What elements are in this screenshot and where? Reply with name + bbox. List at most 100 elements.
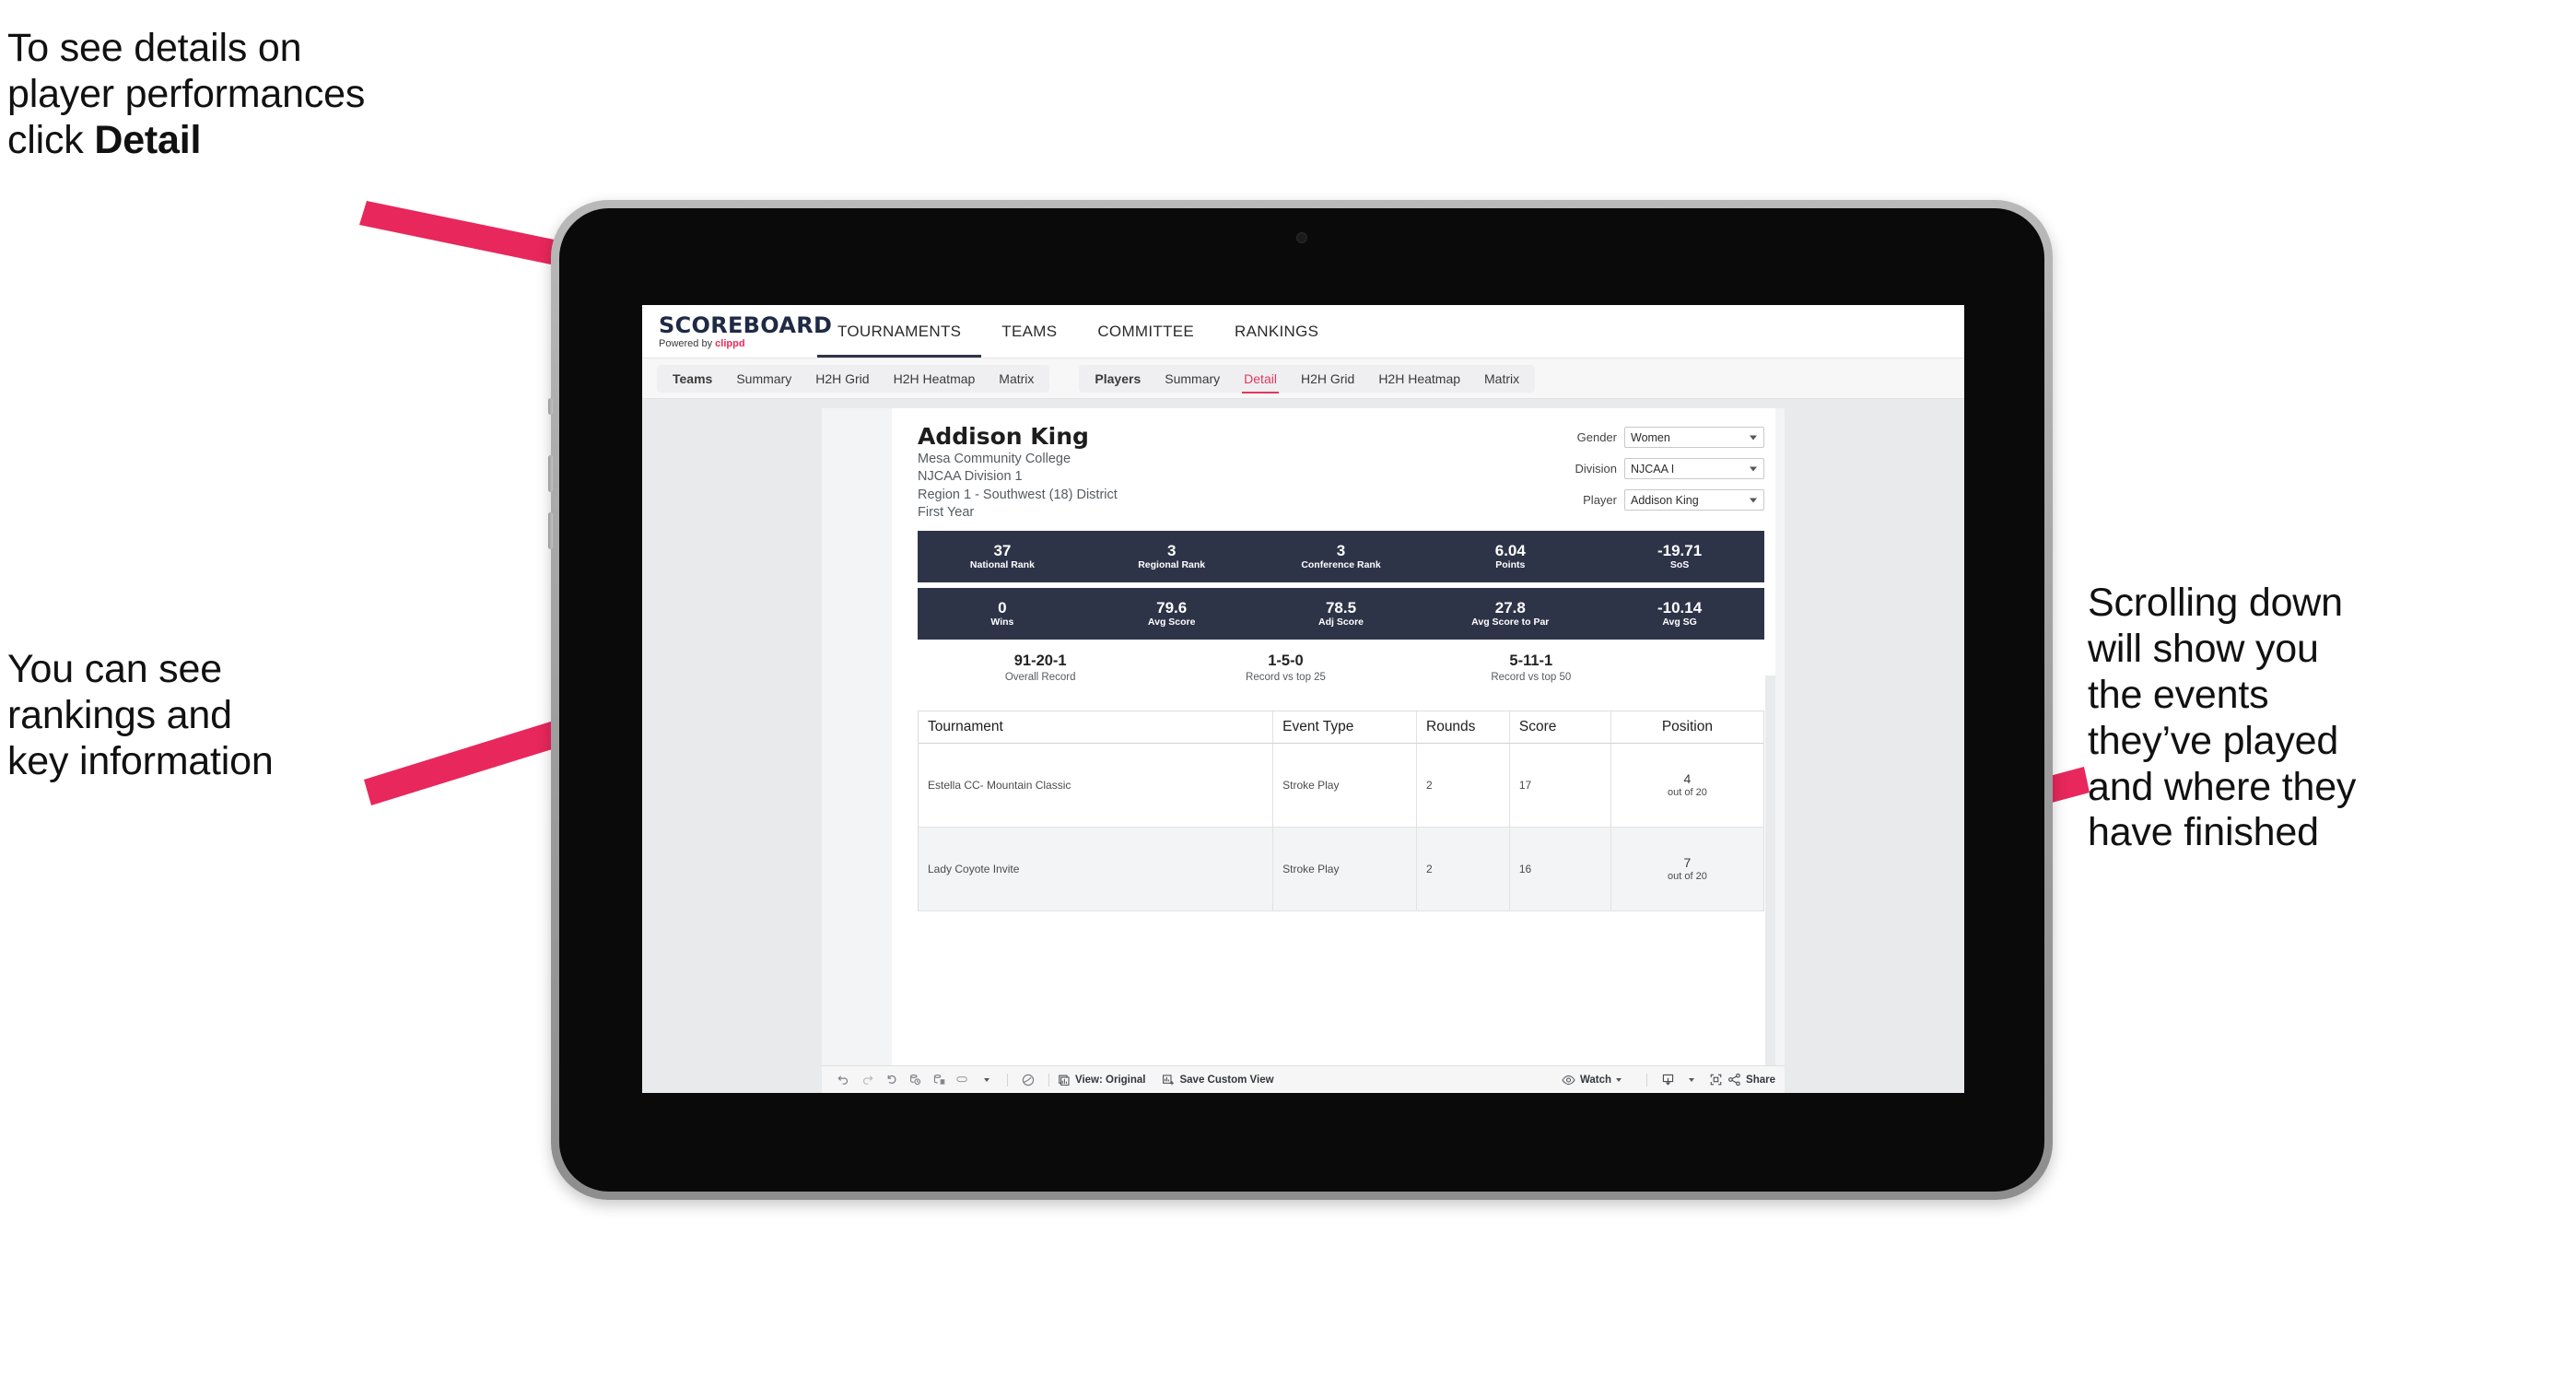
device-side-button-volume-up[interactable] — [548, 455, 553, 492]
filter-label-gender: Gender — [1576, 430, 1617, 444]
stat-avg-sg: -10.14 Avg SG — [1595, 599, 1764, 629]
device-side-button-power[interactable] — [548, 398, 553, 415]
col-header-event-type[interactable]: Event Type — [1273, 711, 1417, 743]
filter-select-gender[interactable]: Women — [1624, 427, 1764, 448]
record-vs-top-50: 5-11-1 Record vs top 50 — [1409, 652, 1654, 685]
subnav-players-detail[interactable]: Detail — [1232, 365, 1289, 393]
device-side-button-volume-down[interactable] — [548, 512, 553, 549]
stat-value: 6.04 — [1494, 541, 1526, 559]
col-header-position[interactable]: Position — [1611, 711, 1763, 743]
stat-value: -19.71 — [1657, 541, 1703, 559]
viz-scrollbar[interactable] — [1775, 408, 1785, 1065]
stats-bar-scoring: 0 Wins 79.6 Avg Score 78.5 Adj Score 27.… — [918, 588, 1764, 640]
revert-icon[interactable] — [879, 1073, 903, 1086]
subnav-players-summary[interactable]: Summary — [1153, 365, 1232, 393]
toolbar-divider — [1048, 1073, 1049, 1086]
position-number: 4 — [1683, 770, 1692, 786]
filter-select-division[interactable]: NJCAA I — [1624, 458, 1764, 479]
download-icon[interactable] — [1656, 1073, 1680, 1086]
chevron-down-icon — [1750, 498, 1757, 502]
subnav-players[interactable]: Players — [1083, 365, 1153, 393]
dashboard-area: Addison King Mesa Community College NJCA… — [642, 399, 1964, 1093]
cell-rounds: 2 — [1417, 827, 1510, 910]
filter-select-player[interactable]: Addison King — [1624, 489, 1764, 511]
filter-panel: Gender Women Division NJCAA I Player Add… — [1529, 423, 1764, 522]
annotation-rankings-info: You can see rankings and key information — [7, 647, 274, 783]
fullscreen-icon[interactable] — [1704, 1073, 1727, 1086]
sub-navigation: Teams Summary H2H Grid H2H Heatmap Matri… — [642, 358, 1964, 399]
col-header-tournament[interactable]: Tournament — [919, 711, 1274, 743]
table-body: Estella CC- Mountain Classic Stroke Play… — [919, 743, 1763, 911]
custom-views-caret-icon[interactable] — [975, 1077, 999, 1082]
stat-value: -10.14 — [1657, 598, 1703, 617]
stat-label: Points — [1495, 559, 1526, 571]
nav-item-tournaments[interactable]: TOURNAMENTS — [817, 305, 981, 358]
record-label: Overall Record — [1004, 671, 1076, 683]
custom-views-icon[interactable] — [951, 1073, 975, 1086]
subnav-teams-summary[interactable]: Summary — [724, 365, 803, 393]
stat-value: 37 — [993, 541, 1012, 559]
stat-label: Conference Rank — [1301, 559, 1381, 571]
app-logo[interactable]: SCOREBOARD Powered by clippd — [642, 305, 833, 358]
cell-event-type: Stroke Play — [1273, 827, 1417, 910]
main-navigation: TOURNAMENTS TEAMS COMMITTEE RANKINGS — [817, 305, 1339, 358]
stat-sos: -19.71 SoS — [1595, 542, 1764, 572]
view-original-button[interactable]: View: Original — [1058, 1074, 1145, 1086]
toolbar-divider — [1007, 1073, 1008, 1086]
stat-value: 3 — [1336, 541, 1346, 559]
stat-label: Avg Score to Par — [1471, 617, 1550, 628]
col-header-rounds[interactable]: Rounds — [1417, 711, 1510, 743]
table-row[interactable]: Estella CC- Mountain Classic Stroke Play… — [919, 743, 1763, 828]
undo-icon[interactable] — [831, 1073, 855, 1086]
nav-item-committee[interactable]: COMMITTEE — [1077, 305, 1214, 358]
tablet-bezel: SCOREBOARD Powered by clippd TOURNAMENTS… — [548, 208, 2044, 1192]
chevron-down-icon — [1750, 435, 1757, 440]
records-row: 91-20-1 Overall Record 1-5-0 Record vs t… — [918, 652, 1764, 685]
stat-avg-score-to-par: 27.8 Avg Score to Par — [1425, 599, 1595, 629]
nav-item-rankings[interactable]: RANKINGS — [1214, 305, 1339, 358]
stat-label: Adj Score — [1317, 617, 1364, 628]
nav-item-teams[interactable]: TEAMS — [981, 305, 1077, 358]
stat-label: Avg Score — [1147, 617, 1196, 628]
stat-value: 3 — [1166, 541, 1177, 559]
filter-value-division: NJCAA I — [1631, 462, 1675, 476]
player-info-block: Addison King Mesa Community College NJCA… — [918, 423, 1529, 522]
subnav-teams-matrix[interactable]: Matrix — [987, 365, 1046, 393]
filter-label-player: Player — [1583, 493, 1617, 507]
annotation-scrolling-events: Scrolling down will show you the events … — [2088, 581, 2357, 855]
stat-wins: 0 Wins — [918, 599, 1087, 629]
redo-icon[interactable] — [855, 1073, 879, 1086]
tablet-screen: SCOREBOARD Powered by clippd TOURNAMENTS… — [642, 305, 1964, 1093]
subnav-teams-h2h-grid[interactable]: H2H Grid — [803, 365, 881, 393]
download-caret-icon[interactable] — [1680, 1077, 1704, 1082]
subnav-players-matrix[interactable]: Matrix — [1472, 365, 1531, 393]
subnav-players-h2h-grid[interactable]: H2H Grid — [1289, 365, 1366, 393]
cell-position: 7 out of 20 — [1611, 828, 1763, 910]
device-preview-icon[interactable] — [1016, 1073, 1040, 1087]
annotation-click-detail: To see details on player performances cl… — [7, 26, 652, 164]
subnav-group-teams: Teams Summary H2H Grid H2H Heatmap Matri… — [657, 364, 1050, 393]
player-name: Addison King — [918, 423, 1089, 450]
subnav-teams[interactable]: Teams — [661, 365, 724, 393]
stat-regional-rank: 3 Regional Rank — [1087, 542, 1257, 572]
stat-label: Avg SG — [1662, 617, 1697, 628]
share-button[interactable]: Share — [1727, 1073, 1775, 1086]
filter-row-division: Division NJCAA I — [1529, 458, 1764, 479]
record-overall: 91-20-1 Overall Record — [918, 652, 1163, 685]
refresh-data-icon[interactable] — [903, 1073, 927, 1086]
save-custom-view-button[interactable]: Save Custom View — [1162, 1074, 1274, 1086]
camera-icon — [1296, 232, 1307, 243]
cell-score: 17 — [1510, 743, 1611, 827]
pause-auto-update-icon[interactable] — [927, 1073, 951, 1086]
col-header-score[interactable]: Score — [1510, 711, 1611, 743]
stat-label: National Rank — [969, 559, 1035, 571]
position-number: 7 — [1683, 854, 1692, 870]
watch-button[interactable]: Watch — [1562, 1074, 1622, 1086]
table-row[interactable]: Lady Coyote Invite Stroke Play 2 16 7 ou… — [919, 827, 1763, 911]
dashboard-card: Addison King Mesa Community College NJCA… — [822, 408, 1785, 1093]
subnav-teams-h2h-heatmap[interactable]: H2H Heatmap — [882, 365, 988, 393]
stat-label: Wins — [990, 617, 1014, 628]
view-original-label: View: Original — [1075, 1074, 1146, 1086]
logo-wordmark: SCOREBOARD — [659, 311, 833, 338]
subnav-players-h2h-heatmap[interactable]: H2H Heatmap — [1366, 365, 1472, 393]
